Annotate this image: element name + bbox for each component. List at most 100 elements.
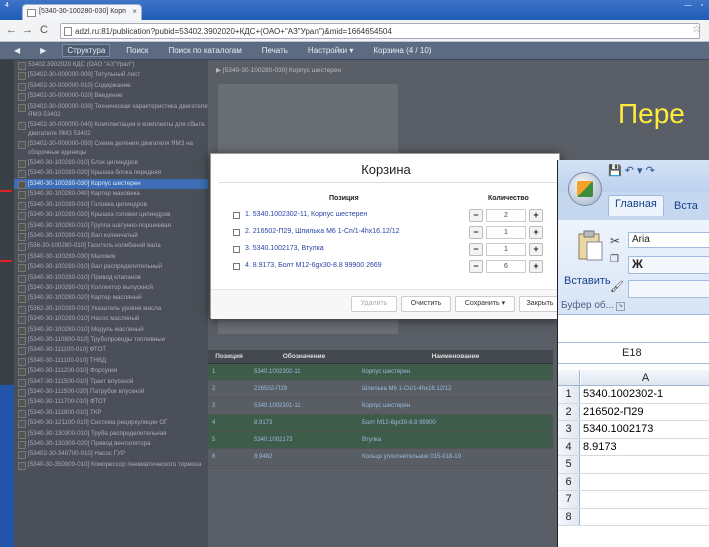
paste-icon[interactable] [576, 230, 604, 262]
row-number[interactable]: 3 [558, 421, 580, 438]
cell[interactable] [580, 491, 709, 508]
toolbar-search[interactable]: Поиск [122, 45, 152, 56]
browser-tab[interactable]: [5340-30-100280-030] Корп × [22, 4, 142, 20]
borders-button[interactable] [628, 280, 709, 298]
tree-item[interactable]: [53402-30-000000-010] Содержание [14, 81, 208, 92]
close-button[interactable]: Закрыть [519, 296, 561, 312]
tree-item[interactable]: [5340-30-111100-010] ТНВД [14, 356, 208, 367]
tree-item[interactable]: [53402-30-340700-010] Насос ГУР [14, 449, 208, 460]
increase-button[interactable]: + [529, 226, 543, 239]
tree-item[interactable]: [536-30-100280-010] Гаситель колебаний в… [14, 241, 208, 252]
tree-item[interactable]: [53402-30-000000-030] Техническая характ… [14, 102, 208, 121]
reload-button[interactable]: C [40, 24, 48, 36]
tree-item[interactable]: [5340-30-111700-010] ФТОТ [14, 397, 208, 408]
tree-item[interactable]: [5340-30-121100-010] Система рециркуляци… [14, 418, 208, 429]
forward-button[interactable]: → [22, 24, 33, 36]
cell[interactable]: 5340.1002302-1 [580, 386, 709, 403]
row-number[interactable]: 8 [558, 508, 580, 525]
table-row[interactable]: 2 216502-П29 Шпилька М6 1-Сп/1-4hх16.12/… [208, 381, 553, 398]
tab-insert[interactable]: Вста [674, 200, 698, 212]
tree-item[interactable]: [5340-30-111800-010] ТКР [14, 408, 208, 419]
tree-item[interactable]: [5340-30-100280-010] Привод клапанов [14, 273, 208, 283]
format-painter-icon[interactable]: 🖌 [610, 280, 624, 293]
bold-button[interactable]: Ж [628, 256, 709, 274]
tree-item[interactable]: [5340-30-100280-010] Блок цилиндров [14, 158, 208, 169]
delete-button[interactable]: Удалить [351, 296, 397, 312]
tab-home[interactable]: Главная [608, 195, 664, 216]
row-number[interactable]: 4 [558, 438, 580, 455]
table-row[interactable]: 3 5340.1002301-11 Корпус шестерен [208, 398, 553, 415]
minimize-icon[interactable]: — [681, 0, 695, 12]
tree-item[interactable]: [53402-30-000000-050] Схема деления двиг… [14, 139, 208, 158]
tree-item[interactable]: [5340-30-100280-010] Модуль масляный [14, 325, 208, 335]
cell[interactable]: 8.9173 [580, 439, 709, 456]
toolbar-structure[interactable]: Структура [62, 44, 111, 57]
office-button[interactable] [568, 172, 602, 206]
tree-item[interactable]: [5340-30-100280-040] Картер маховика [14, 189, 208, 200]
maximize-icon[interactable]: ▫ [695, 0, 709, 12]
row-checkbox[interactable] [233, 229, 240, 236]
quantity-input[interactable]: 1 [486, 226, 526, 239]
tree-item[interactable]: [5340-30-100280-010] Насос масляный [14, 314, 208, 325]
toolbar-forward-icon[interactable]: ▶ [36, 45, 50, 56]
decrease-button[interactable]: − [469, 243, 483, 256]
clear-button[interactable]: Очистить [401, 296, 451, 312]
increase-button[interactable]: + [529, 243, 543, 256]
address-bar[interactable]: adzl.ru:81/publication?pubid=53402.39020… [60, 23, 700, 39]
tree-item[interactable]: [5340-30-111100-010] ФТОТ [14, 345, 208, 356]
toolbar-catalog-search[interactable]: Поиск по каталогам [164, 45, 245, 56]
tree-item[interactable]: [53402-30-000000-000] Титульный лист [14, 70, 208, 81]
tree-item[interactable]: [5340-30-130300-020] Привод вентилятора [14, 439, 208, 450]
tree-item[interactable]: [5340-30-350900-010] Компрессор пневмати… [14, 460, 208, 471]
cut-icon[interactable]: ✂ [610, 234, 620, 248]
cell[interactable]: 5340.1002173 [580, 421, 709, 438]
toolbar-settings[interactable]: Настройки ▾ [304, 45, 357, 56]
row-number[interactable]: 1 [558, 386, 580, 403]
item-link[interactable]: 3. 5340.1002173, Втулка [245, 245, 324, 252]
toolbar-cart[interactable]: Корзина (4 / 10) [369, 45, 435, 56]
toolbar-back-icon[interactable]: ◀ [10, 45, 24, 56]
row-number[interactable]: 6 [558, 473, 580, 490]
cell[interactable] [580, 474, 709, 491]
table-row[interactable]: 4 8.9173 Болт М12-6gх30-8.8 99900 [208, 415, 553, 432]
row-number[interactable]: 2 [558, 403, 580, 420]
tree-item-selected[interactable]: [5340-30-100280-030] Корпус шестерен [14, 178, 208, 190]
tree-item[interactable]: [5340-30-100280-010] Вал коленчатый [14, 231, 208, 242]
item-link[interactable]: 4. 8.9173, Болт М12-6gх30-8.8 99900 2669 [245, 262, 382, 269]
save-button[interactable]: Сохранить ▾ [455, 296, 515, 312]
tree-item[interactable]: [5340-30-100280-030] Маховик [14, 252, 208, 263]
tree-item[interactable]: [5340-30-100280-020] Крышка головки цили… [14, 210, 208, 221]
increase-button[interactable]: + [529, 209, 543, 222]
tree-item[interactable]: [5340-30-130300-010] Труба распределител… [14, 429, 208, 440]
tree-item[interactable]: [53402-30-000000-040] Комплектация и ком… [14, 120, 208, 139]
decrease-button[interactable]: − [469, 260, 483, 273]
bookmark-star-icon[interactable]: ☆ [692, 24, 701, 35]
quantity-input[interactable]: 6 [486, 260, 526, 273]
tree-item[interactable]: [5340-30-100280-020] Картер масляный [14, 293, 208, 304]
copy-icon[interactable]: ❐ [610, 254, 619, 265]
tree-item[interactable]: [5340-30-100280-010] Вал распределительн… [14, 262, 208, 273]
close-tab-icon[interactable]: × [132, 7, 137, 16]
name-box[interactable]: E18 [558, 342, 709, 364]
quantity-input[interactable]: 2 [486, 209, 526, 222]
select-all-corner[interactable] [558, 370, 580, 385]
toolbar-print[interactable]: Печать [258, 45, 292, 56]
dialog-launcher-icon[interactable]: ↘ [616, 302, 625, 311]
decrease-button[interactable]: − [469, 226, 483, 239]
decrease-button[interactable]: − [469, 209, 483, 222]
item-link[interactable]: 1. 5340.1002302-11, Корпус шестерен [245, 211, 367, 218]
tree-item[interactable]: [5340-30-100280-020] Крышка блока передн… [14, 168, 208, 179]
tree-item[interactable]: 53402.3902020 КДС (ОАО "АЗ"Урал") [14, 60, 208, 71]
tree-item[interactable]: [53402-30-000000-020] Введение [14, 91, 208, 102]
tree-item[interactable]: [5340-30-110800-010] Трубопроводы топлив… [14, 335, 208, 346]
tree-item[interactable]: [5347-30-111500-010] Тракт впускной [14, 377, 208, 387]
tree-item[interactable]: [5340-30-100280-010] Головка цилиндров [14, 200, 208, 211]
font-name-field[interactable]: Aria [628, 232, 709, 248]
tree-item[interactable]: [5340-30-111500-020] Патрубок впускной [14, 387, 208, 398]
quick-access-toolbar[interactable]: 💾 ↶ ▾ ↷ [608, 164, 655, 177]
tree-item[interactable]: [5340-30-100280-010] Группа шатунно-порш… [14, 221, 208, 231]
row-number[interactable]: 5 [558, 456, 580, 473]
back-button[interactable]: ← [6, 24, 17, 36]
column-header-a[interactable]: A [580, 370, 709, 385]
table-row[interactable]: 1 5340.1002302-11 Корпус шестерен [208, 364, 553, 381]
